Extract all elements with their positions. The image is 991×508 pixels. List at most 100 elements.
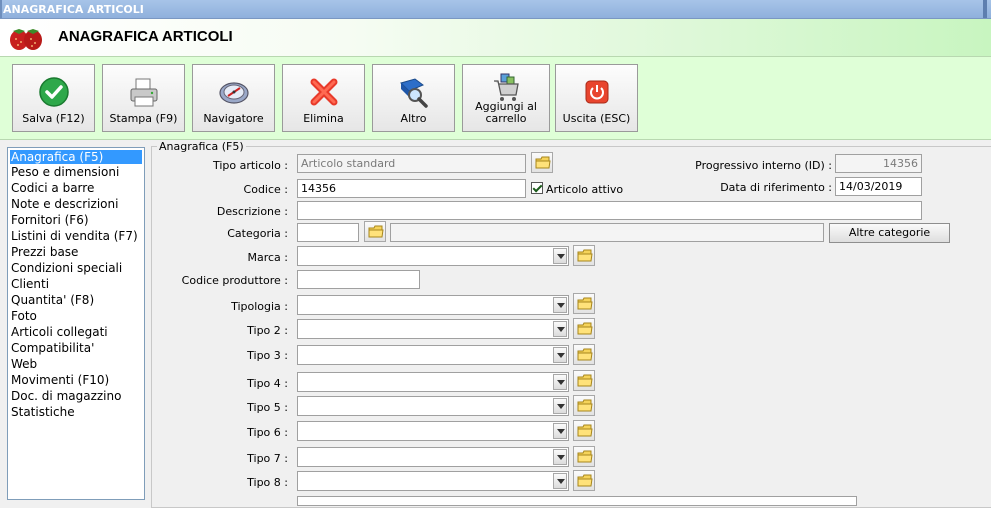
more-button-label: Altro [400, 112, 427, 125]
sidebar-item-fornitori[interactable]: Fornitori (F6) [8, 212, 144, 228]
sidebar-item-peso[interactable]: Peso e dimensioni [8, 164, 144, 180]
page-header: ANAGRAFICA ARTICOLI [0, 19, 991, 57]
chevron-down-icon[interactable] [553, 321, 567, 337]
tipologia-label: Tipologia : [231, 300, 288, 313]
chevron-down-icon[interactable] [553, 248, 567, 264]
book-magnifier-icon [399, 78, 428, 108]
tipo-articolo-browse-button[interactable] [531, 152, 553, 173]
printer-icon [130, 78, 157, 107]
chevron-down-icon[interactable] [553, 449, 567, 465]
sidebar-item-statistiche[interactable]: Statistiche [8, 404, 144, 420]
add-to-cart-button-label: Aggiungi al carrello [465, 101, 547, 125]
progressivo-field[interactable]: 14356 [835, 154, 922, 173]
sidebar-item-quantita[interactable]: Quantita' (F8) [8, 292, 144, 308]
exit-button[interactable]: Uscita (ESC) [555, 64, 638, 132]
categoria-browse-button[interactable] [364, 221, 386, 242]
folder-icon [577, 322, 593, 335]
tipo5-select[interactable] [297, 396, 569, 416]
data-riferimento-label: Data di riferimento : [720, 181, 832, 194]
tipo5-browse-button[interactable] [573, 395, 595, 416]
chevron-down-icon[interactable] [553, 473, 567, 489]
descrizione-field[interactable] [297, 201, 922, 220]
navigator-button[interactable]: Navigatore [192, 64, 275, 132]
chevron-down-icon[interactable] [553, 374, 567, 390]
check-icon [38, 77, 69, 107]
tipo7-browse-button[interactable] [573, 446, 595, 467]
save-button[interactable]: Salva (F12) [12, 64, 95, 132]
tipo-articolo-field[interactable]: Articolo standard [297, 154, 526, 173]
groupbox-title: Anagrafica (F5) [157, 140, 246, 153]
data-riferimento-field[interactable]: 14/03/2019 [835, 177, 922, 196]
progressivo-label: Progressivo interno (ID) : [695, 159, 832, 172]
print-button[interactable]: Stampa (F9) [102, 64, 185, 132]
add-to-cart-button[interactable]: Aggiungi al carrello [462, 64, 550, 132]
sidebar-item-movimenti[interactable]: Movimenti (F10) [8, 372, 144, 388]
categoria-description-field [390, 223, 824, 242]
tipo8-browse-button[interactable] [573, 470, 595, 491]
codice-produttore-label: Codice produttore : [181, 274, 288, 287]
chevron-down-icon[interactable] [553, 423, 567, 439]
chevron-down-icon[interactable] [553, 398, 567, 414]
tipo4-label: Tipo 4 : [247, 377, 288, 390]
tipo2-browse-button[interactable] [573, 318, 595, 339]
sidebar-item-codici-barre[interactable]: Codici a barre [8, 180, 144, 196]
sidebar-item-listini[interactable]: Listini di vendita (F7) [8, 228, 144, 244]
tipologia-browse-button[interactable] [573, 293, 595, 314]
next-field-partial[interactable] [297, 496, 857, 506]
altre-categorie-button[interactable]: Altre categorie [829, 223, 950, 243]
compass-icon [218, 82, 249, 104]
tipo2-select[interactable] [297, 319, 569, 339]
folder-icon [577, 374, 593, 387]
folder-icon [577, 450, 593, 463]
tipologia-select[interactable] [297, 295, 569, 315]
add-to-cart-label-line2: carrello [485, 112, 527, 125]
tipo3-browse-button[interactable] [573, 344, 595, 365]
sidebar-item-condizioni[interactable]: Condizioni speciali [8, 260, 144, 276]
sidebar-item-note[interactable]: Note e descrizioni [8, 196, 144, 212]
sidebar-item-web[interactable]: Web [8, 356, 144, 372]
chevron-down-icon[interactable] [553, 297, 567, 313]
titlebar-edge-right [983, 0, 987, 18]
tipo4-browse-button[interactable] [573, 370, 595, 391]
folder-icon [577, 249, 593, 262]
folder-icon [577, 348, 593, 361]
marca-browse-button[interactable] [573, 245, 595, 266]
sidebar-item-doc-magazzino[interactable]: Doc. di magazzino [8, 388, 144, 404]
exit-button-label: Uscita (ESC) [562, 112, 631, 125]
codice-field[interactable]: 14356 [297, 179, 526, 198]
folder-icon [577, 424, 593, 437]
sidebar-item-prezzi-base[interactable]: Prezzi base [8, 244, 144, 260]
window-title: ANAGRAFICA ARTICOLI [3, 3, 144, 16]
marca-select[interactable] [297, 246, 569, 266]
articolo-attivo-checkbox[interactable] [531, 182, 543, 194]
delete-button[interactable]: Elimina [282, 64, 365, 132]
tipo7-select[interactable] [297, 447, 569, 467]
categoria-code-field[interactable] [297, 223, 359, 242]
window-titlebar: ANAGRAFICA ARTICOLI [0, 0, 991, 19]
folder-icon [535, 156, 551, 169]
delete-x-icon [310, 78, 337, 106]
tipo3-select[interactable] [297, 345, 569, 365]
tipo6-select[interactable] [297, 421, 569, 441]
tipo6-label: Tipo 6 : [247, 426, 288, 439]
sidebar-item-compatibilita[interactable]: Compatibilita' [8, 340, 144, 356]
tipo5-label: Tipo 5 : [247, 401, 288, 414]
chevron-down-icon[interactable] [553, 347, 567, 363]
tipo8-select[interactable] [297, 471, 569, 491]
sidebar-item-clienti[interactable]: Clienti [8, 276, 144, 292]
tipo6-browse-button[interactable] [573, 420, 595, 441]
tipo7-label: Tipo 7 : [247, 452, 288, 465]
codice-produttore-field[interactable] [297, 270, 420, 289]
sidebar-item-articoli-collegati[interactable]: Articoli collegati [8, 324, 144, 340]
folder-icon [368, 225, 384, 238]
tipo4-select[interactable] [297, 372, 569, 392]
toolbar: Salva (F12) Stampa (F9) Navigatore Elimi… [0, 57, 991, 140]
print-button-label: Stampa (F9) [109, 112, 178, 125]
more-button[interactable]: Altro [372, 64, 455, 132]
folder-icon [577, 399, 593, 412]
codice-label: Codice : [243, 183, 288, 196]
sidebar-item-anagrafica[interactable]: Anagrafica (F5) [10, 150, 142, 164]
page-title: ANAGRAFICA ARTICOLI [58, 28, 233, 45]
save-button-label: Salva (F12) [22, 112, 85, 125]
sidebar-item-foto[interactable]: Foto [8, 308, 144, 324]
